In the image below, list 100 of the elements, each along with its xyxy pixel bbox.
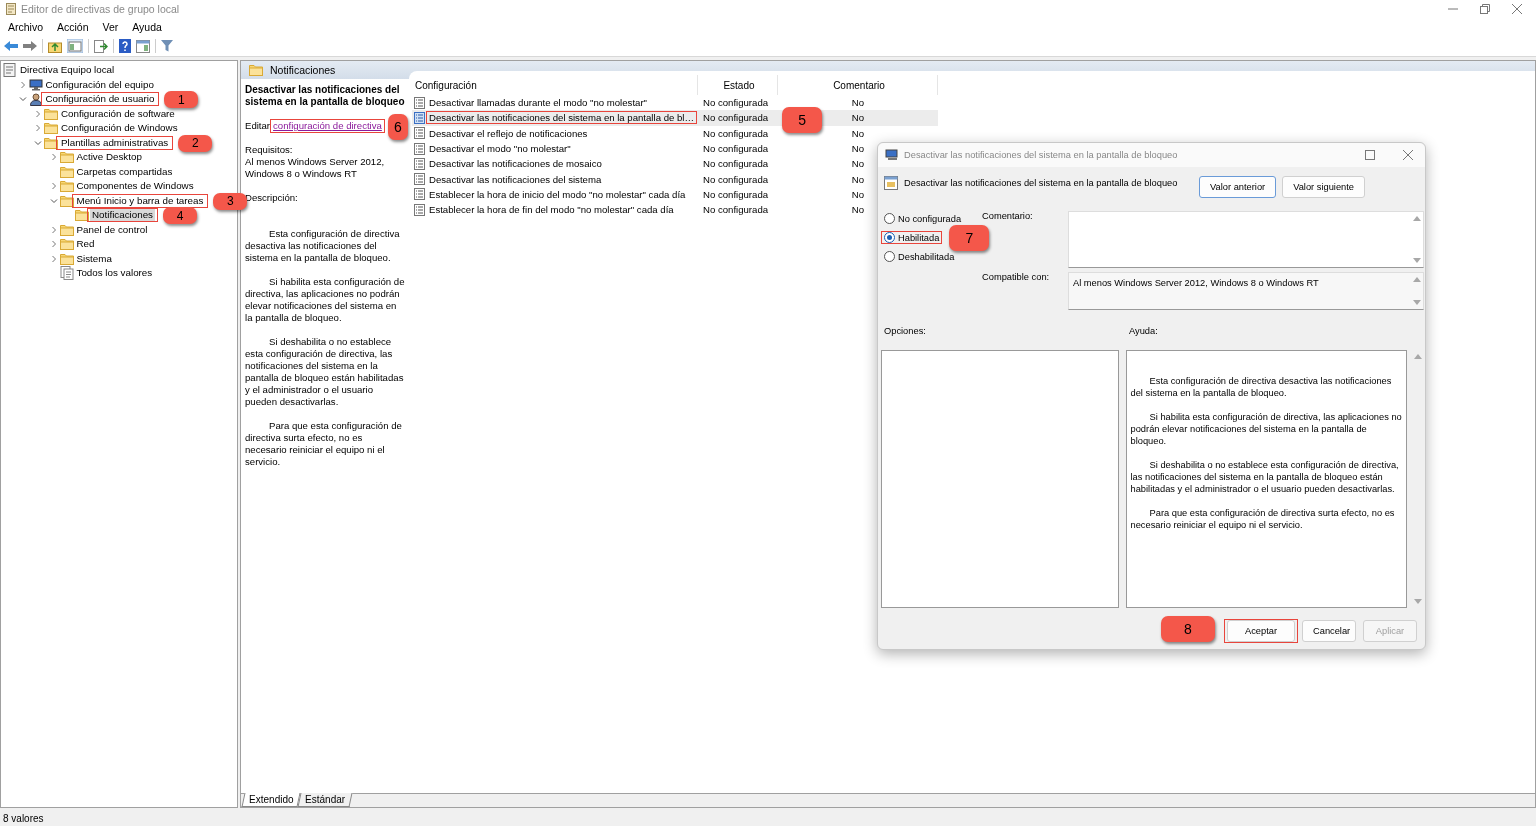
dialog-button[interactable]: Cancelar bbox=[1302, 620, 1356, 642]
tree-item[interactable]: Sistema bbox=[74, 252, 114, 265]
tree-item[interactable]: Active Desktop bbox=[74, 151, 144, 164]
tree-item[interactable]: Todos los valores bbox=[74, 267, 155, 280]
setting-name[interactable]: Desactivar el modo "no molestar" bbox=[429, 143, 571, 155]
policy-title: Desactivar las notificaciones del sistema en la pantalla de bloqueo bbox=[245, 84, 405, 108]
comment-cell: No bbox=[851, 158, 865, 170]
comment-cell: No bbox=[851, 173, 865, 185]
back-arrow-icon[interactable] bbox=[4, 40, 18, 52]
state-cell: No configurada bbox=[703, 143, 769, 155]
highlight-frame bbox=[881, 231, 943, 244]
menu-item[interactable]: Archivo bbox=[8, 21, 43, 33]
restore-icon[interactable] bbox=[1480, 4, 1490, 14]
scroll-down-icon[interactable] bbox=[1413, 300, 1421, 306]
close-icon[interactable] bbox=[1512, 4, 1522, 14]
setting-name[interactable]: Desactivar las notificaciones del sistema bbox=[429, 173, 602, 185]
step-badge: 5 bbox=[782, 107, 823, 134]
tree-item[interactable]: Componentes de Windows bbox=[74, 180, 196, 193]
chevron-right-icon[interactable] bbox=[49, 240, 58, 249]
computer-icon bbox=[28, 78, 43, 91]
policy-setting-icon bbox=[414, 203, 425, 216]
policy-setting-icon bbox=[884, 176, 898, 190]
chevron-right-icon[interactable] bbox=[49, 153, 58, 162]
tree-item[interactable]: Configuración del equipo bbox=[43, 78, 156, 91]
comment-cell: No bbox=[851, 127, 865, 139]
export-list-icon[interactable] bbox=[94, 39, 108, 53]
radio-option[interactable]: Deshabilitada bbox=[884, 251, 955, 262]
settings-list-icon bbox=[59, 266, 74, 281]
filter-icon[interactable] bbox=[161, 40, 173, 52]
properties-icon[interactable] bbox=[136, 39, 150, 53]
folder-up-icon[interactable] bbox=[48, 39, 62, 53]
description-paragraph: Esta configuración de directiva desactiva las notificaciones del sistema en la pantalla de bloqueo. bbox=[245, 228, 401, 264]
comment-cell: No bbox=[851, 143, 865, 155]
pane-title: Notificaciones bbox=[270, 64, 336, 76]
chevron-down-icon[interactable] bbox=[34, 138, 42, 147]
comment-field[interactable] bbox=[1068, 211, 1424, 268]
help-icon[interactable] bbox=[119, 39, 131, 53]
tree-item[interactable]: Configuración de Windows bbox=[59, 122, 180, 135]
scroll-down-icon[interactable] bbox=[1413, 258, 1421, 264]
setting-heading: Desactivar las notificaciones del sistema en la pantalla de bloqueo bbox=[904, 177, 1179, 188]
view-tab[interactable]: Extendido bbox=[241, 793, 301, 807]
tree-item[interactable]: Carpetas compartidas bbox=[74, 165, 175, 178]
step-badge: 1 bbox=[164, 91, 199, 109]
view-tab[interactable]: Estándar bbox=[298, 793, 353, 807]
maximize-icon[interactable] bbox=[1365, 150, 1375, 160]
window-title: Editor de directivas de grupo local bbox=[21, 3, 180, 15]
computer-icon bbox=[885, 149, 899, 161]
setting-name[interactable]: Establecer la hora de inicio del modo "no molestar" cada día bbox=[429, 188, 686, 200]
tree-item[interactable]: Configuración de software bbox=[59, 107, 177, 120]
compatible-field: Al menos Windows Server 2012, Windows 8 o Windows RT bbox=[1068, 272, 1424, 310]
setting-name[interactable]: Establecer la hora de fin del modo "no molestar" cada día bbox=[429, 204, 674, 216]
help-panel: Esta configuración de directiva desactiva las notificaciones del sistema en la pantalla de bloqueo. Si habilita esta configuración de directiva, las aplicaciones no podrán elevar notificaciones del sistema en la pantalla de bloqueo. Si deshabilita o no establece esta configuración de directiva, las notificaciones del sistema en la pantalla de bloqueo están habilitadas y el administrador o el usuario pueden desactivarlas. Para que esta configuración de directiva surta efecto, no es necesario reiniciar el equipo ni el servicio. bbox=[1125, 350, 1407, 608]
chevron-right-icon[interactable] bbox=[49, 182, 58, 191]
column-header[interactable]: Estado bbox=[698, 75, 778, 95]
menu-item[interactable]: Ayuda bbox=[132, 21, 162, 33]
tree-view-icon[interactable] bbox=[67, 39, 83, 53]
menu-item[interactable]: Ver bbox=[102, 21, 119, 33]
tree-item[interactable]: Panel de control bbox=[74, 223, 150, 236]
tree-item[interactable]: Red bbox=[74, 238, 97, 251]
scroll-up-icon[interactable] bbox=[1414, 353, 1422, 359]
chevron-right-icon[interactable] bbox=[18, 80, 27, 89]
policy-setting-icon bbox=[414, 157, 425, 170]
column-header[interactable]: Comentario bbox=[778, 75, 938, 95]
next-button[interactable]: Valor siguiente bbox=[1282, 176, 1365, 198]
tree-item[interactable]: Directiva Equipo local bbox=[18, 64, 117, 77]
app-icon bbox=[6, 3, 16, 15]
chevron-down-icon[interactable] bbox=[49, 196, 58, 205]
previous-button[interactable]: Valor anterior bbox=[1199, 176, 1277, 198]
scroll-up-icon[interactable] bbox=[1413, 276, 1421, 282]
setting-name[interactable]: Desactivar las notificaciones de mosaico bbox=[429, 158, 602, 170]
step-badge: 6 bbox=[387, 114, 408, 140]
state-cell: No configurada bbox=[703, 97, 769, 109]
folder-icon bbox=[59, 151, 74, 164]
state-cell: No configurada bbox=[703, 173, 769, 185]
policy-setting-icon bbox=[414, 111, 425, 124]
close-icon[interactable] bbox=[1403, 150, 1413, 160]
chevron-right-icon[interactable] bbox=[49, 225, 58, 234]
forward-arrow-icon[interactable] bbox=[23, 40, 37, 52]
menu-item[interactable]: Acción bbox=[57, 21, 89, 33]
chevron-right-icon[interactable] bbox=[49, 254, 58, 263]
setting-name[interactable]: Desactivar llamadas durante el modo "no molestar" bbox=[429, 97, 647, 109]
column-header[interactable]: Configuración bbox=[412, 75, 698, 95]
policy-setting-icon bbox=[414, 173, 425, 186]
radio-option[interactable]: No configurada bbox=[884, 213, 962, 224]
chevron-down-icon[interactable] bbox=[18, 95, 27, 104]
state-cell: No configurada bbox=[703, 204, 769, 216]
scroll-down-icon[interactable] bbox=[1414, 599, 1422, 605]
policy-setting-icon bbox=[414, 96, 425, 109]
dialog-button[interactable]: Aceptar bbox=[1227, 620, 1295, 642]
chevron-right-icon[interactable] bbox=[34, 109, 42, 118]
policy-setting-icon bbox=[414, 188, 425, 201]
folder-icon bbox=[249, 64, 263, 76]
scroll-up-icon[interactable] bbox=[1413, 215, 1421, 221]
folder-icon bbox=[44, 122, 58, 135]
help-label: Ayuda: bbox=[1129, 326, 1158, 338]
user-icon bbox=[28, 92, 43, 106]
folder-icon bbox=[59, 165, 74, 178]
comment-cell: No bbox=[851, 188, 865, 200]
folder-icon bbox=[75, 209, 89, 222]
chevron-right-icon[interactable] bbox=[34, 124, 42, 133]
